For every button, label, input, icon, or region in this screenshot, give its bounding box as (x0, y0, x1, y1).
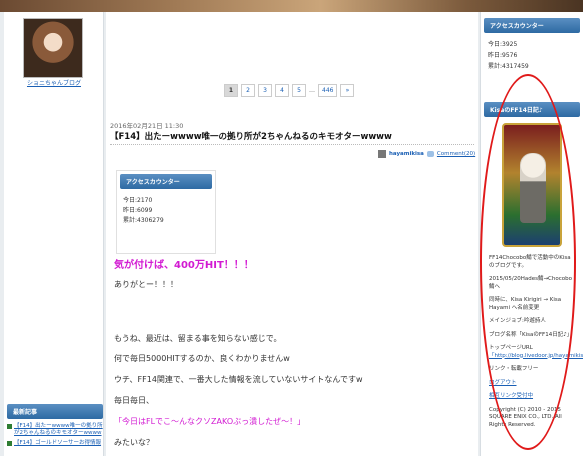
header-banner (0, 0, 583, 12)
post-paragraph: もうね、最近は、留まる事を知らない感じで。 (114, 334, 282, 343)
counter-today: 今日:3925 (488, 41, 518, 48)
counter-values: 今日:3925 昨日:9576 累計:4317459 (484, 33, 580, 78)
counter-values: 今日:2170 昨日:6099 累計:4306279 (117, 192, 215, 230)
profile-avatar[interactable] (23, 18, 83, 78)
recent-post-title[interactable]: 【F14】ゴールドソーサーお得情報 (14, 440, 101, 447)
recent-posts-header: 最新記事 (7, 404, 103, 419)
page-5-button[interactable]: 5 (292, 84, 306, 97)
post-paragraph: ありがとー！！！ (114, 280, 178, 289)
recent-posts-list: 【F14】出たーwwww唯一の拠り所が2ちゃんねるのキモオターwwww 【F14… (7, 423, 103, 447)
bullet-icon (7, 441, 12, 446)
page-4-button[interactable]: 4 (275, 84, 289, 97)
post-author[interactable]: hayamikisa (389, 151, 424, 157)
page-ellipsis: … (309, 87, 315, 94)
post-quote: 「今日はFLでこ～んなクソZAKOぶっ潰したぜ～！」 (114, 417, 306, 426)
page-last-button[interactable]: 446 (318, 84, 338, 97)
author-avatar-icon (378, 150, 386, 158)
post-meta: hayamikisa Comment(20) (378, 150, 475, 158)
post-headline: 気が付けば、400万HIT！！！ (114, 260, 254, 271)
recent-post-title[interactable]: 【F14】出たーwwww唯一の拠り所が2ちゃんねるのキモオターwwww (14, 423, 103, 437)
access-counter-widget: アクセスカウンター 今日:3925 昨日:9576 累計:4317459 (484, 18, 580, 78)
recent-post-item[interactable]: 【F14】ゴールドソーサーお得情報 (7, 440, 103, 447)
post-access-counter: アクセスカウンター 今日:2170 昨日:6099 累計:4306279 (116, 170, 216, 254)
left-sidebar: ショニちゃんブログ 最新記事 【F14】出たーwwww唯一の拠り所が2ちゃんねる… (4, 12, 104, 456)
post-paragraph: 何で毎日5000HITするのか、良くわかりませんw (114, 354, 290, 363)
page-next-button[interactable]: » (340, 84, 355, 97)
post-paragraph: みたいな？ (114, 438, 154, 447)
red-highlight-ellipse (480, 74, 576, 450)
counter-header: アクセスカウンター (120, 174, 212, 189)
post-title[interactable]: 【F14】出たーwwww唯一の拠り所が2ちゃんねるのキモオターwwww (110, 130, 392, 142)
page-1-button[interactable]: 1 (224, 84, 238, 97)
counter-yesterday: 昨日:6099 (123, 207, 153, 214)
post-date: 2016年02月21日 11:30 (110, 122, 184, 130)
counter-total: 累計:4306279 (123, 217, 164, 224)
page-3-button[interactable]: 3 (258, 84, 272, 97)
access-counter-header: アクセスカウンター (484, 18, 580, 33)
main-content: 1 2 3 4 5 … 446 » 2016年02月21日 11:30 【F14… (106, 12, 478, 456)
comment-icon (426, 151, 434, 157)
counter-total: 累計:4317459 (488, 63, 529, 70)
counter-yesterday: 昨日:9576 (488, 52, 518, 59)
recent-post-item[interactable]: 【F14】出たーwwww唯一の拠り所が2ちゃんねるのキモオターwwww (7, 423, 103, 437)
profile-blog-link[interactable]: ショニちゃんブログ (4, 78, 104, 87)
title-divider (110, 144, 474, 145)
bullet-icon (7, 424, 12, 429)
counter-today: 今日:2170 (123, 197, 153, 204)
pagination: 1 2 3 4 5 … 446 » (224, 84, 355, 97)
post-paragraph: ウチ、FF14関連で、一番大した情報を流していないサイトなんですw (114, 375, 363, 384)
recent-posts-widget: 最新記事 【F14】出たーwwww唯一の拠り所が2ちゃんねるのキモオターwwww… (7, 404, 103, 450)
comments-link[interactable]: Comment(20) (437, 151, 475, 157)
page-2-button[interactable]: 2 (241, 84, 255, 97)
post-paragraph: 毎日毎日、 (114, 396, 154, 405)
